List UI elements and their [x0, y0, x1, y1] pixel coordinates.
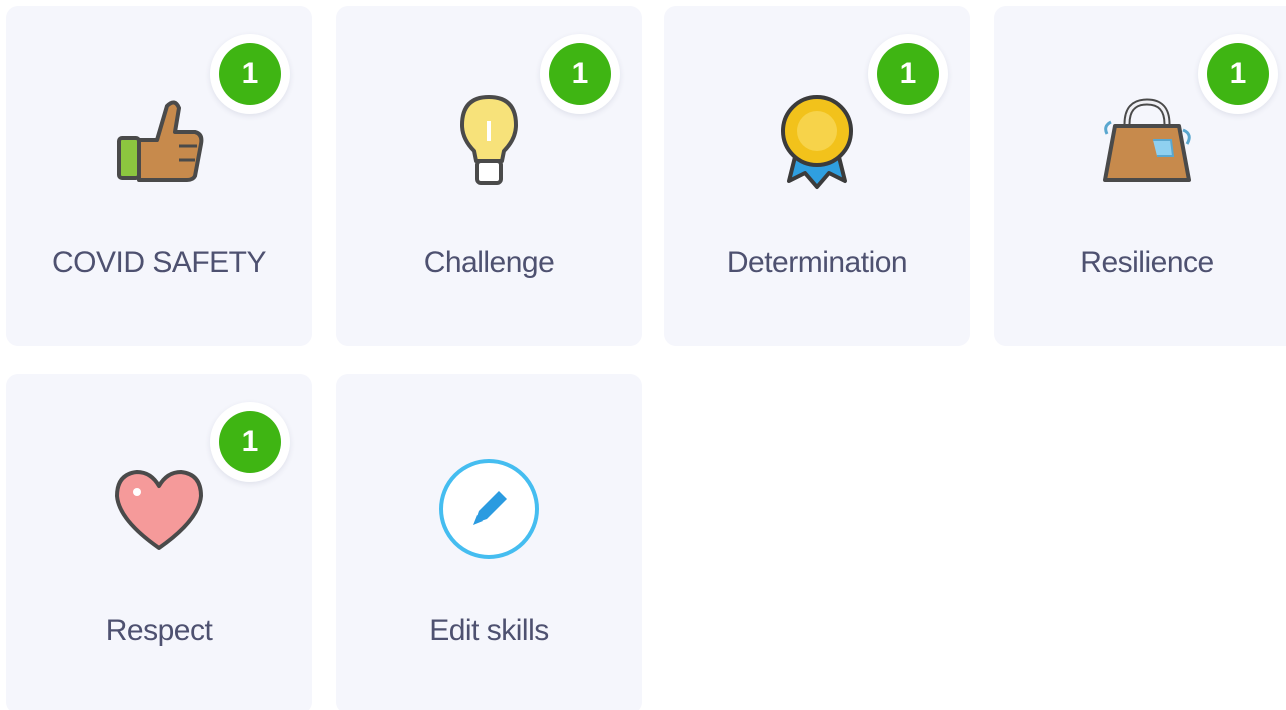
- skill-label: COVID SAFETY: [51, 246, 267, 279]
- lightbulb-icon: [460, 95, 518, 185]
- medal-icon: [781, 95, 853, 189]
- edit-skills-button[interactable]: Edit skills: [336, 374, 642, 710]
- skill-card-respect[interactable]: 1 Respect: [6, 374, 312, 710]
- thumbs-up-icon: [117, 100, 204, 182]
- heart-icon: [115, 470, 203, 550]
- edit-skills-label: Edit skills: [429, 614, 549, 647]
- skill-label: Resilience: [1080, 246, 1214, 279]
- skills-grid: 1 COVID SAFETY 1 Challenge 1 Determinati…: [0, 0, 1286, 710]
- skill-card-resilience[interactable]: 1 Resilience: [994, 6, 1286, 346]
- skill-label: Challenge: [423, 246, 555, 279]
- skill-card-determination[interactable]: 1 Determination: [664, 6, 970, 346]
- kettlebell-icon: [1103, 98, 1191, 182]
- skill-card-challenge[interactable]: 1 Challenge: [336, 6, 642, 346]
- skill-label: Respect: [105, 614, 213, 647]
- pencil-icon: [439, 459, 539, 559]
- skill-label: Determination: [726, 246, 908, 279]
- skill-card-covid-safety[interactable]: 1 COVID SAFETY: [6, 6, 312, 346]
